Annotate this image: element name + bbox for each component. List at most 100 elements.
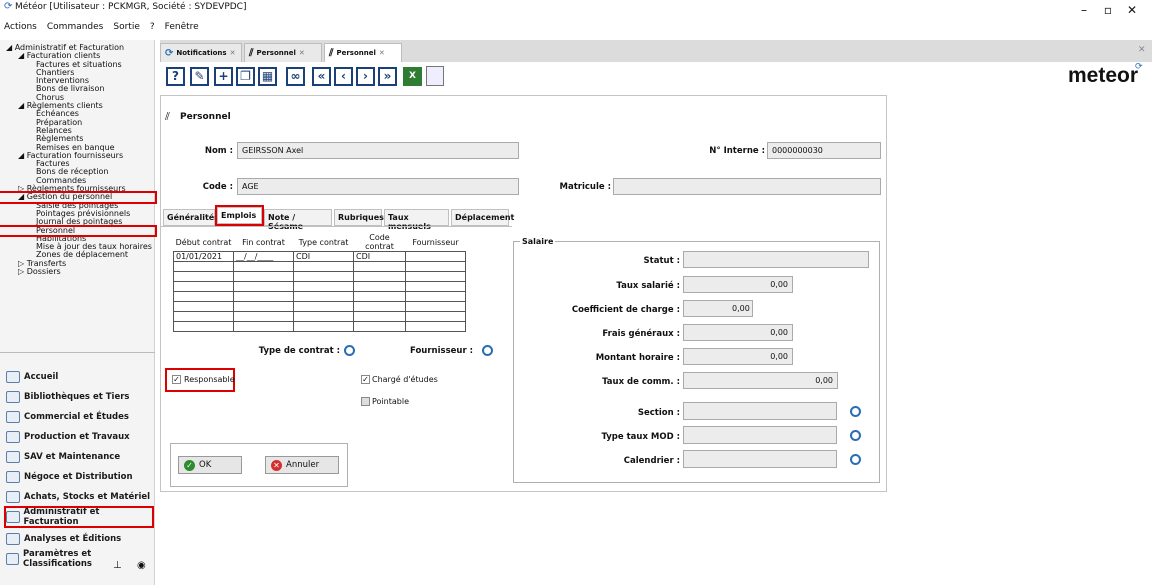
montant-field[interactable]: 0,00 <box>683 348 793 365</box>
tree-item[interactable]: ▷ Dossiers <box>0 267 155 276</box>
table-cell[interactable] <box>353 311 406 322</box>
cancel-button[interactable]: ✕ Annuler <box>265 456 339 474</box>
tab-personnel[interactable]: ⫽ Personnel ✕ <box>244 43 322 62</box>
table-cell[interactable] <box>353 321 406 332</box>
close-icon[interactable]: ✕ <box>299 49 305 57</box>
nav-button[interactable]: Commercial et Études <box>6 408 152 426</box>
tree-item[interactable]: Journal des pointages <box>0 217 155 226</box>
subtab[interactable]: Généralités <box>163 209 219 226</box>
first-button[interactable]: « <box>312 67 331 86</box>
table-cell[interactable] <box>293 281 354 292</box>
menu-commandes[interactable]: Commandes <box>47 22 103 32</box>
table-cell[interactable] <box>353 281 406 292</box>
table-row[interactable] <box>173 261 466 272</box>
close-button[interactable]: ✕ <box>1120 0 1144 20</box>
interne-field[interactable]: 0000000030 <box>767 142 881 159</box>
table-cell[interactable] <box>353 291 406 302</box>
table-cell[interactable] <box>173 291 234 302</box>
table-cell[interactable] <box>293 271 354 282</box>
ok-button[interactable]: ✓ OK <box>178 456 242 474</box>
matricule-field[interactable] <box>613 178 881 195</box>
coef-field[interactable]: 0,00 <box>683 300 753 317</box>
nom-field[interactable]: GEIRSSON Axel <box>237 142 519 159</box>
menu-fenetre[interactable]: Fenêtre <box>165 22 199 32</box>
close-icon[interactable]: ✕ <box>379 49 385 57</box>
table-cell[interactable] <box>173 271 234 282</box>
table-cell[interactable] <box>405 261 466 272</box>
tab-personnel-active[interactable]: ⫽ Personnel ✕ <box>324 43 402 62</box>
table-row[interactable] <box>173 271 466 282</box>
nav-button[interactable]: Administratif et Facturation <box>4 506 154 528</box>
nav-button[interactable]: Bibliothèques et Tiers <box>6 388 152 406</box>
table-cell[interactable] <box>405 291 466 302</box>
nav-button[interactable]: Production et Travaux <box>6 428 152 446</box>
charge-etudes-checkbox[interactable]: ✓ <box>361 375 370 384</box>
table-cell[interactable] <box>233 311 294 322</box>
code-field[interactable]: AGE <box>237 178 519 195</box>
table-row[interactable] <box>173 281 466 292</box>
table-row[interactable]: 01/01/2021 __/__/____ CDI CDI <box>173 251 466 262</box>
tab-notifications[interactable]: ⟳ Notifications ✕ <box>160 43 242 62</box>
edit-button[interactable]: ✎ <box>190 67 209 86</box>
table-cell[interactable] <box>233 271 294 282</box>
section-field[interactable] <box>683 402 837 420</box>
close-all-icon[interactable]: ✕ <box>1138 45 1146 55</box>
table-cell[interactable] <box>293 261 354 272</box>
table-row[interactable] <box>173 321 466 332</box>
excel-icon[interactable]: X <box>403 67 422 86</box>
tree-item[interactable]: Bons de livraison <box>0 85 155 94</box>
taux-comm-field[interactable]: 0,00 <box>683 372 838 389</box>
menu-sortie[interactable]: Sortie <box>113 22 140 32</box>
delete-button[interactable]: ▦ <box>258 67 277 86</box>
table-cell[interactable] <box>405 301 466 312</box>
frais-field[interactable]: 0,00 <box>683 324 793 341</box>
calendrier-field[interactable] <box>683 450 837 468</box>
table-cell[interactable] <box>173 321 234 332</box>
table-cell[interactable] <box>233 261 294 272</box>
tree-item[interactable]: Préparation <box>0 118 155 127</box>
nav-button[interactable]: Achats, Stocks et Matériel <box>6 488 152 506</box>
nav-button[interactable]: SAV et Maintenance <box>6 448 152 466</box>
table-cell[interactable] <box>405 311 466 322</box>
table-cell[interactable] <box>173 311 234 322</box>
taux-mod-field[interactable] <box>683 426 837 444</box>
column-header[interactable]: Début contrat <box>173 233 234 252</box>
table-cell[interactable] <box>405 251 466 262</box>
search-icon[interactable] <box>850 430 861 441</box>
restore-button[interactable]: ▫ <box>1096 0 1120 20</box>
search-icon[interactable] <box>482 345 493 356</box>
search-icon[interactable] <box>344 345 355 356</box>
last-button[interactable]: » <box>378 67 397 86</box>
column-header[interactable]: Fournisseur <box>405 233 466 252</box>
column-header[interactable]: Fin contrat <box>233 233 294 252</box>
table-cell[interactable] <box>293 291 354 302</box>
help-button[interactable]: ? <box>166 67 185 86</box>
column-header[interactable]: Type contrat <box>293 233 354 252</box>
search-button[interactable]: ∞ <box>286 67 305 86</box>
table-cell[interactable] <box>405 281 466 292</box>
table-cell[interactable]: __/__/____ <box>233 251 294 262</box>
table-cell[interactable] <box>173 301 234 312</box>
nav-button[interactable]: Analyses et Éditions <box>6 530 152 548</box>
responsable-checkbox[interactable]: ✓ <box>172 375 181 384</box>
taux-salarie-field[interactable]: 0,00 <box>683 276 793 293</box>
table-cell[interactable] <box>293 321 354 332</box>
table-cell[interactable] <box>353 271 406 282</box>
table-cell[interactable] <box>405 321 466 332</box>
table-cell[interactable] <box>293 301 354 312</box>
menu-help[interactable]: ? <box>150 22 155 32</box>
menu-actions[interactable]: Actions <box>4 22 37 32</box>
nav-button[interactable]: Accueil <box>6 368 152 386</box>
table-cell[interactable]: CDI <box>293 251 354 262</box>
subtab[interactable]: Emplois <box>215 205 264 226</box>
table-row[interactable] <box>173 311 466 322</box>
duplicate-button[interactable]: ❐ <box>236 67 255 86</box>
table-row[interactable] <box>173 301 466 312</box>
subtab[interactable]: Rubriques <box>334 209 384 226</box>
table-cell[interactable] <box>293 311 354 322</box>
table-cell[interactable] <box>405 271 466 282</box>
add-button[interactable]: + <box>214 67 233 86</box>
table-cell[interactable] <box>233 321 294 332</box>
pin-icon[interactable]: ⊥ <box>113 560 122 571</box>
nav-button[interactable]: Négoce et Distribution <box>6 468 152 486</box>
